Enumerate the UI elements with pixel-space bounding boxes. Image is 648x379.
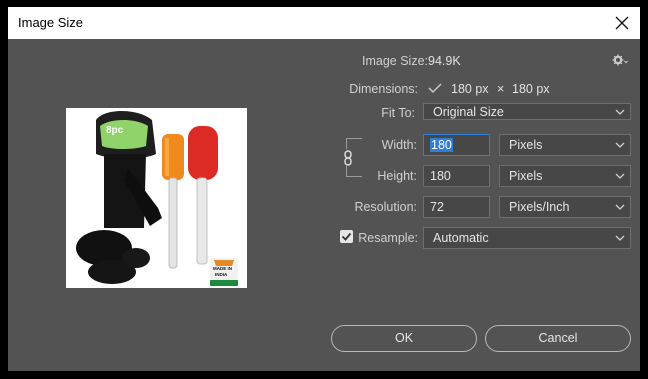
chevron-down-icon xyxy=(615,173,625,179)
link-bracket-bottom xyxy=(346,166,362,177)
resolution-unit-value: Pixels/Inch xyxy=(509,200,570,214)
preview-india-text: INDIA xyxy=(215,272,228,277)
chevron-down-icon xyxy=(615,109,625,115)
dimensions-times: × xyxy=(497,82,505,96)
resample-value: Automatic xyxy=(433,231,489,245)
image-size-label: Image Size: xyxy=(361,54,428,68)
resolution-label: Resolution: xyxy=(354,200,417,214)
width-input[interactable]: 180 xyxy=(423,134,490,156)
fit-to-value: Original Size xyxy=(433,105,504,119)
height-unit-dropdown[interactable]: Pixels xyxy=(499,165,631,187)
link-bracket-top xyxy=(346,138,362,149)
preview-made-in-text: MADE IN xyxy=(213,266,232,271)
ok-button[interactable]: OK xyxy=(331,325,477,352)
checkmark-icon[interactable] xyxy=(428,83,442,95)
height-label: Height: xyxy=(377,169,417,183)
chevron-down-icon xyxy=(615,142,625,148)
resample-dropdown[interactable]: Automatic xyxy=(423,227,631,249)
chevron-down-icon xyxy=(615,204,625,210)
height-input[interactable]: 180 xyxy=(423,165,490,187)
preview-image xyxy=(76,111,238,286)
fit-to-dropdown[interactable]: Original Size xyxy=(423,103,631,120)
resample-label[interactable]: Resample: xyxy=(358,231,418,245)
dimensions-width: 180 px xyxy=(451,82,489,96)
gear-icon[interactable] xyxy=(612,54,628,66)
resample-checkbox[interactable] xyxy=(340,230,353,243)
dialog-body: Image Size: 94.9K Dimensions: 180 px × 1… xyxy=(8,39,640,371)
resolution-input[interactable]: 72 xyxy=(423,196,490,218)
title-bar: Image Size xyxy=(8,7,640,39)
resolution-unit-dropdown[interactable]: Pixels/Inch xyxy=(499,196,631,218)
preview-badge-text: 8pc xyxy=(106,125,124,136)
width-unit-value: Pixels xyxy=(509,138,543,152)
chevron-down-icon xyxy=(615,235,625,241)
chain-link-icon[interactable] xyxy=(342,149,354,167)
image-size-value: 94.9K xyxy=(428,54,461,68)
window-title: Image Size xyxy=(18,15,84,30)
dimensions-label: Dimensions: xyxy=(349,82,418,96)
width-value: 180 xyxy=(430,138,453,152)
fit-to-label: Fit To: xyxy=(381,106,415,120)
height-unit-value: Pixels xyxy=(509,169,543,183)
image-preview[interactable] xyxy=(66,108,247,288)
width-label: Width: xyxy=(381,138,417,152)
resolution-value: 72 xyxy=(430,200,444,214)
cancel-button[interactable]: Cancel xyxy=(485,325,631,352)
checkmark-icon xyxy=(341,232,352,241)
close-icon[interactable] xyxy=(610,11,634,35)
width-unit-dropdown[interactable]: Pixels xyxy=(499,134,631,156)
dimensions-height: 180 px xyxy=(512,82,550,96)
height-value: 180 xyxy=(430,169,451,183)
